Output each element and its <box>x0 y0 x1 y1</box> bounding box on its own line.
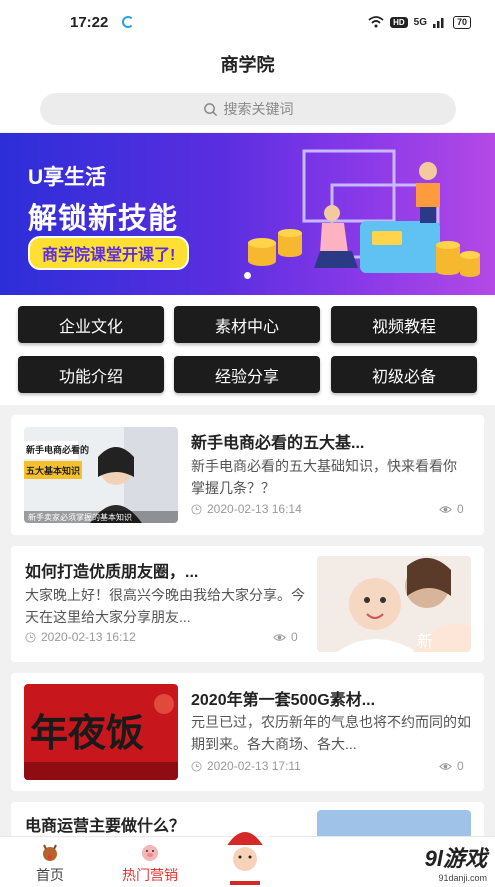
page-title: 商学院 <box>0 44 495 86</box>
thumb-text: 年夜饭 <box>30 710 145 755</box>
article-date: 2020-02-13 17:11 <box>191 759 301 773</box>
article-title: 电商运营主要做什么？ <box>25 818 186 835</box>
category-experience-sharing[interactable]: 经验分享 <box>174 356 320 393</box>
signal-icon <box>432 18 444 28</box>
watermark-logo: 9l游戏 <box>424 846 487 871</box>
article-views: 0 <box>273 630 298 644</box>
status-bar: 17:22 HD 5G 70 <box>0 0 495 44</box>
article-title: 如何打造优质朋友圈，... <box>25 564 199 581</box>
tab-home[interactable]: 首页 <box>0 837 100 887</box>
banner-line1: U享生活 <box>28 166 107 189</box>
article-date-text: 2020-02-13 16:14 <box>207 502 302 516</box>
pig-icon <box>142 845 158 861</box>
category-corporate-culture[interactable]: 企业文化 <box>18 306 164 343</box>
article-thumbnail: 新 <box>317 556 471 652</box>
sync-icon <box>122 16 135 28</box>
category-beginner-essentials[interactable]: 初级必备 <box>331 356 477 393</box>
clock-icon <box>191 760 202 772</box>
battery-icon: 70 <box>452 15 471 29</box>
search-area: 搜索关键词 <box>0 86 495 132</box>
eye-icon <box>273 633 286 641</box>
santa-icon[interactable] <box>216 823 274 885</box>
thumb-text-bottom: 五大基本知识 <box>26 466 81 476</box>
article-date-text: 2020-02-13 17:11 <box>207 759 301 773</box>
clock-icon <box>191 503 202 515</box>
thumb-text: 新 <box>417 634 434 651</box>
article-desc: 元旦已过，农历新年的气息也将不约而同的如期到来。各大商场、各大... <box>191 714 471 752</box>
reindeer-icon <box>43 844 57 861</box>
article-card[interactable]: 如何打造优质朋友圈，... 大家晚上好！很高兴今晚由我给大家分享。今天在这里给大… <box>11 546 484 662</box>
tab-hot-marketing-label: 热门营销 <box>122 867 178 883</box>
network-label: 5G <box>413 16 427 28</box>
promo-banner[interactable]: U享生活 解锁新技能 商学院课堂开课了! <box>0 133 495 295</box>
bottom-tab-bar: 首页 热门营销 9l游戏 91danji.com <box>0 828 495 887</box>
article-card[interactable]: 年夜饭 2020年第一套500G素材... 元旦已过，农历新年的气息也将不约而同… <box>11 673 484 791</box>
carousel-indicator[interactable] <box>244 272 251 279</box>
article-date-text: 2020-02-13 16:12 <box>41 630 136 644</box>
article-views: 0 <box>439 759 464 773</box>
article-title: 新手电商必看的五大基... <box>191 435 365 452</box>
tab-hot-marketing[interactable]: 热门营销 <box>100 837 200 887</box>
article-desc: 大家晚上好！很高兴今晚由我给大家分享。今天在这里给大家分享朋友... <box>25 587 305 625</box>
article-views: 0 <box>439 502 464 516</box>
category-grid: 企业文化 素材中心 视频教程 功能介绍 经验分享 初级必备 <box>0 295 495 405</box>
article-views-count: 0 <box>291 630 298 644</box>
category-feature-intro[interactable]: 功能介绍 <box>18 356 164 393</box>
category-material-center[interactable]: 素材中心 <box>174 306 320 343</box>
status-time: 17:22 <box>70 13 109 31</box>
article-desc: 新手电商必看的五大基础知识，快来看看你掌握几条？？ <box>191 458 457 496</box>
article-views-count: 0 <box>457 502 464 516</box>
article-date: 2020-02-13 16:14 <box>191 502 302 516</box>
wifi-icon <box>368 16 384 28</box>
category-video-tutorials[interactable]: 视频教程 <box>331 306 477 343</box>
clock-icon <box>25 631 36 643</box>
search-icon <box>203 102 217 116</box>
article-title: 2020年第一套500G素材... <box>191 692 376 709</box>
thumb-caption: 新手卖家必须掌握的基本知识 <box>28 513 132 522</box>
article-card[interactable]: 新手电商必看的 五大基本知识 新手卖家必须掌握的基本知识 新手电商必看的五大基.… <box>11 415 484 535</box>
article-thumbnail: 年夜饭 <box>24 684 178 780</box>
eye-icon <box>439 762 452 770</box>
search-placeholder: 搜索关键词 <box>223 101 294 117</box>
banner-line2: 解锁新技能 <box>28 203 179 235</box>
status-icons: HD 5G 70 <box>368 15 471 29</box>
hd-badge: HD <box>390 16 408 28</box>
thumb-text-top: 新手电商必看的 <box>26 445 90 455</box>
article-views-count: 0 <box>457 759 464 773</box>
search-input[interactable]: 搜索关键词 <box>40 93 456 125</box>
article-thumbnail: 新手电商必看的 五大基本知识 新手卖家必须掌握的基本知识 <box>24 427 178 523</box>
watermark-url: 91danji.com <box>438 873 487 883</box>
article-date: 2020-02-13 16:12 <box>25 630 136 644</box>
eye-icon <box>439 505 452 513</box>
thumb-illustration <box>317 556 471 652</box>
banner-pill: 商学院课堂开课了! <box>28 236 190 270</box>
watermark: 9l游戏 91danji.com <box>425 841 487 883</box>
tab-home-label: 首页 <box>36 867 64 883</box>
banner-illustration <box>248 149 480 277</box>
